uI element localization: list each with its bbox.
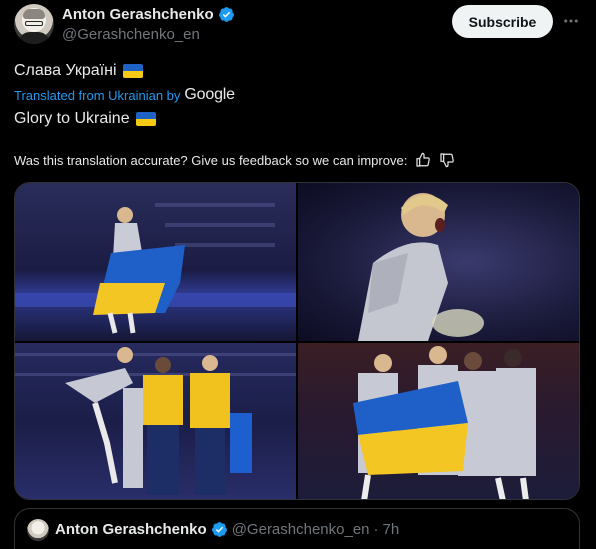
media-grid <box>14 182 580 500</box>
author-name-row: Anton Gerashchenko <box>62 6 235 23</box>
quoted-separator: · <box>373 521 379 538</box>
translation-attribution[interactable]: Translated from Ukrainian by Google <box>14 86 235 104</box>
photo-team-with-flag[interactable] <box>298 343 579 499</box>
translated-text: Glory to Ukraine <box>14 110 130 127</box>
author-avatar[interactable] <box>14 4 54 44</box>
photo-fencer-celebrating[interactable] <box>298 183 579 341</box>
verified-badge-icon[interactable] <box>211 521 228 538</box>
post-header: Anton Gerashchenko @Gerashchenko_en Subs… <box>14 4 584 44</box>
thumbs-up-icon[interactable] <box>415 152 431 168</box>
photo-fencer-with-flag[interactable] <box>15 183 296 341</box>
avatar-suit <box>18 32 50 44</box>
original-text-line: Слава Україні <box>14 62 143 80</box>
quoted-author-row: Anton Gerashchenko @Gerashchenko_en · 7h <box>55 521 399 538</box>
subscribe-button[interactable]: Subscribe <box>452 5 553 38</box>
translated-text-line: Glory to Ukraine <box>14 110 156 128</box>
more-horizontal-icon[interactable] <box>562 12 580 30</box>
quoted-timestamp[interactable]: 7h <box>383 521 400 538</box>
avatar-glasses <box>25 21 43 26</box>
quoted-post[interactable]: Anton Gerashchenko @Gerashchenko_en · 7h <box>14 508 580 549</box>
quoted-author-name[interactable]: Anton Gerashchenko <box>55 521 207 538</box>
quoted-author-avatar[interactable] <box>27 519 49 541</box>
author-name[interactable]: Anton Gerashchenko <box>62 6 214 23</box>
feedback-prompt: Was this translation accurate? Give us f… <box>14 152 408 168</box>
original-text: Слава Україні <box>14 62 117 79</box>
author-handle[interactable]: @Gerashchenko_en <box>62 26 200 43</box>
ukraine-flag-icon <box>122 64 143 78</box>
translated-prefix[interactable]: Translated from Ukrainian by <box>14 88 180 103</box>
translation-feedback: Was this translation accurate? Give us f… <box>14 152 455 168</box>
photo-team-celebration[interactable] <box>15 343 296 499</box>
thumbs-down-icon[interactable] <box>439 152 455 168</box>
avatar-hair <box>23 9 45 19</box>
google-logo: Google <box>184 86 235 103</box>
ukraine-flag-icon <box>135 112 156 126</box>
quoted-author-handle[interactable]: @Gerashchenko_en <box>232 521 370 538</box>
verified-badge-icon[interactable] <box>218 6 235 23</box>
